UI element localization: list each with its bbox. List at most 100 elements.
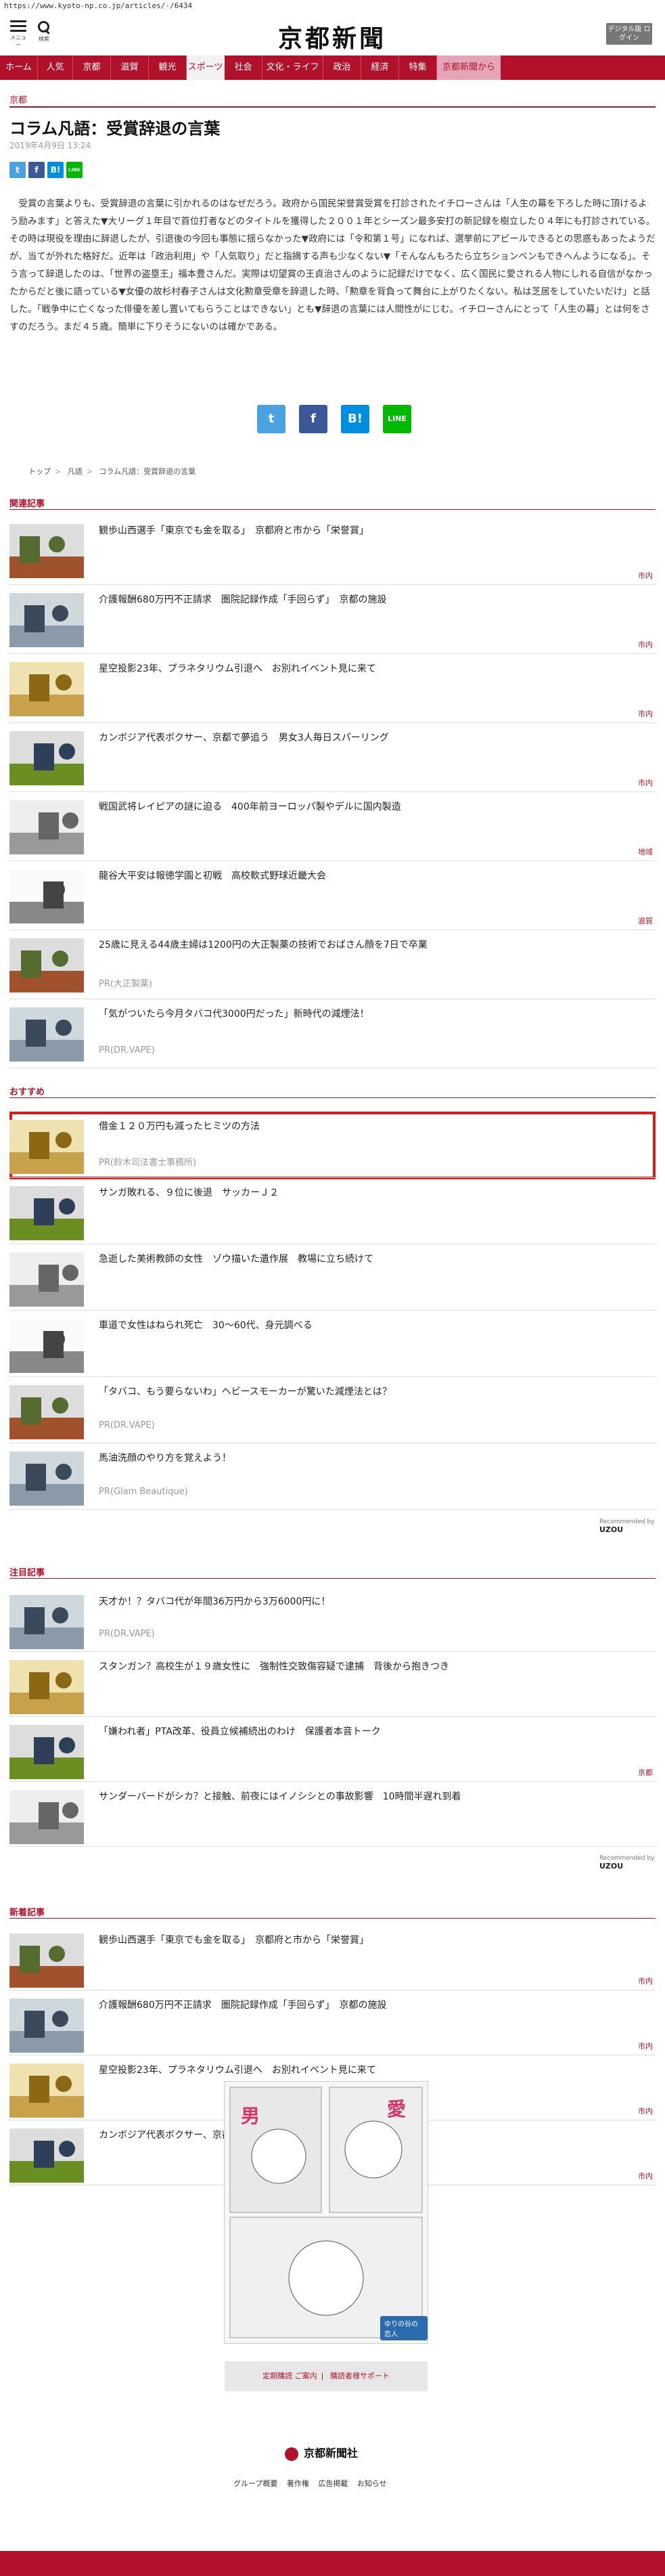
item-title[interactable]: 星空投影23年、プラネタリウム引退へ お別れイベント見に来て <box>99 662 376 676</box>
footer-link[interactable]: グループ概要 <box>233 2479 277 2488</box>
list-item[interactable]: 観歩山西選手「東京でも金を取る」 京都府と市から「栄誉賞」市内 <box>9 520 656 585</box>
thumbnail-image <box>9 2064 84 2118</box>
item-tag[interactable]: 市内 <box>638 708 653 719</box>
item-title[interactable]: 戦国武将レイピアの謎に迫る 400年前ヨーロッパ製やデルに国内製造 <box>99 800 401 814</box>
item-title[interactable]: 馬油洗顔のやり方を覚えよう！ <box>99 1451 231 1465</box>
support-link[interactable]: 購読者様サポート <box>330 2372 390 2380</box>
list-item[interactable]: 車道で女性はねられ死亡 30～60代、身元調べる <box>9 1315 656 1377</box>
item-title[interactable]: サンガ敗れる、９位に後退 サッカーＪ２ <box>99 1186 279 1200</box>
list-item[interactable]: サンガ敗れる、９位に後退 サッカーＪ２ <box>9 1182 656 1244</box>
thumbnail-image <box>9 731 84 785</box>
twitter-share-icon[interactable]: t <box>9 162 26 178</box>
list-item[interactable]: 介護報酬680万円不正請求 圏院記録作成「手回らず」 京都の施設市内 <box>9 1994 656 2055</box>
article-section[interactable]: 京都 <box>9 93 27 106</box>
item-title[interactable]: 25歳に見える44歳主婦は1200円の大正製薬の技術でおばさん顔を7日で卒業 <box>99 938 428 952</box>
line-share-icon[interactable]: LINE <box>66 162 83 178</box>
list-item[interactable]: 星空投影23年、プラネタリウム引退へ お別れイベント見に来て市内 <box>9 658 656 723</box>
item-title[interactable]: 星空投影23年、プラネタリウム引退へ お別れイベント見に来て <box>99 2064 376 2077</box>
item-title[interactable]: 観歩山西選手「東京でも金を取る」 京都府と市から「栄誉賞」 <box>99 1934 369 1947</box>
facebook-share-icon[interactable]: f <box>28 162 45 178</box>
item-tag[interactable]: 市内 <box>638 777 653 788</box>
item-title[interactable]: 介護報酬680万円不正請求 圏院記録作成「手回らず」 京都の施設 <box>99 593 386 607</box>
list-item[interactable]: カンボジア代表ボクサー、京都で夢追う 男女3人毎日スパーリング市内 <box>9 727 656 792</box>
digital-login-button[interactable]: デジタル版 ログイン <box>606 23 652 45</box>
item-title[interactable]: 急逝した美術教師の女性 ゾウ描いた遺作展 教場に立ち続けて <box>99 1252 373 1266</box>
item-tag[interactable]: 地域 <box>638 846 653 857</box>
item-title[interactable]: カンボジア代表ボクサー、京都で夢追う 男女3人毎日スパーリング <box>99 731 389 745</box>
facebook-share-icon[interactable]: f <box>299 405 327 433</box>
manga-ad-banner[interactable]: 男 愛 ゆりの谷の恋人 <box>224 2081 428 2344</box>
thumbnail-image <box>9 1934 84 1988</box>
item-tag[interactable]: 市内 <box>638 639 653 650</box>
address-bar[interactable]: https://www.kyoto-np.co.jp/articles/-/64… <box>0 0 665 12</box>
list-item[interactable]: 急逝した美術教師の女性 ゾウ描いた遺作展 教場に立ち続けて <box>9 1248 656 1311</box>
item-tag[interactable]: 市内 <box>638 2170 653 2181</box>
list-item[interactable]: 介護報酬680万円不正請求 圏院記録作成「手回らず」 京都の施設市内 <box>9 589 656 654</box>
item-title[interactable]: 「タバコ、もう要らないわ」ヘビースモーカーが驚いた減煙法とは？ <box>99 1385 392 1399</box>
breadcrumb-item[interactable]: 凡語 <box>68 467 83 476</box>
item-title[interactable]: 天才か！？タバコ代が年間36万円から3万6000円に！ <box>99 1595 330 1609</box>
featured-divider <box>9 1578 656 1579</box>
list-item[interactable]: 「気がついたら今月タバコ代3000円だった」新時代の減煙法！ PR(DR.VAPE… <box>9 1003 656 1068</box>
subscribe-link[interactable]: 定期購読 ご案内 <box>262 2372 317 2380</box>
nav-item[interactable]: スポーツ <box>187 56 225 80</box>
list-item[interactable]: 馬油洗顔のやり方を覚えよう！ PR(Glam Beautique) <box>9 1447 656 1510</box>
nav-item[interactable]: 京都新聞から <box>437 56 501 80</box>
thumbnail-image <box>9 1660 84 1714</box>
item-title[interactable]: サンダーバードがシカ？と接触、前夜にはイノシシとの事故影響 10時間半遅れ到着 <box>99 1790 461 1804</box>
site-header: メニュー 検索 京都新聞 デジタル版 ログイン <box>0 15 665 53</box>
recommended-by[interactable]: Recommended by UZOU <box>599 1519 665 1534</box>
list-item[interactable]: スタンガン？高校生が１９歳女性に 強制性交致傷容疑で逮捕 背後から抱きつき <box>9 1656 656 1717</box>
nav-item[interactable]: 観光 <box>149 56 187 80</box>
recommended-by[interactable]: Recommended by UZOU <box>599 1855 665 1871</box>
footer-link[interactable]: お知らせ <box>357 2479 387 2488</box>
site-logo[interactable]: 京都新聞 <box>265 19 400 54</box>
item-title[interactable]: 「嫌われ者」PTA改革、役員立候補続出のわけ 保護者本音トーク <box>99 1725 381 1739</box>
list-item[interactable]: サンダーバードがシカ？と接触、前夜にはイノシシとの事故影響 10時間半遅れ到着 <box>9 1786 656 1847</box>
item-title[interactable]: 介護報酬680万円不正請求 圏院記録作成「手回らず」 京都の施設 <box>99 1999 386 2012</box>
list-item[interactable]: 25歳に見える44歳主婦は1200円の大正製薬の技術でおばさん顔を7日で卒業 PR… <box>9 934 656 999</box>
nav-item[interactable]: 京都 <box>73 56 111 80</box>
list-item[interactable]: 戦国武将レイピアの謎に迫る 400年前ヨーロッパ製やデルに国内製造地域 <box>9 796 656 861</box>
footer-logo[interactable]: 京都新聞社 <box>285 2444 358 2461</box>
item-title[interactable]: 観歩山西選手「東京でも金を取る」 京都府と市から「栄誉賞」 <box>99 524 369 538</box>
item-title[interactable]: スタンガン？高校生が１９歳女性に 強制性交致傷容疑で逮捕 背後から抱きつき <box>99 1660 449 1674</box>
item-tag[interactable]: 滋賀 <box>638 915 653 926</box>
item-tag[interactable]: 市内 <box>638 2040 653 2051</box>
menu-button[interactable]: メニュー <box>8 20 28 49</box>
nav-item[interactable]: ホーム <box>0 56 38 80</box>
nav-item[interactable]: 特集 <box>399 56 437 80</box>
item-title[interactable]: 借金１２０万円も減ったヒミツの方法 <box>99 1120 260 1133</box>
thumbnail-image <box>9 1120 84 1174</box>
hatena-share-icon[interactable]: B! <box>341 405 369 433</box>
featured-heading: 注目記事 <box>9 1568 45 1578</box>
nav-item[interactable]: 滋賀 <box>111 56 149 80</box>
list-item[interactable]: 「嫌われ者」PTA改革、役員立候補続出のわけ 保護者本音トーク京都 <box>9 1721 656 1782</box>
nav-item[interactable]: 人気 <box>38 56 73 80</box>
item-tag[interactable]: 市内 <box>638 1975 653 1986</box>
list-item[interactable]: 「タバコ、もう要らないわ」ヘビースモーカーが驚いた減煙法とは？ PR(DR.VAP… <box>9 1381 656 1443</box>
nav-item[interactable]: 社会 <box>225 56 262 80</box>
line-share-icon[interactable]: LINE <box>383 405 411 433</box>
twitter-share-icon[interactable]: t <box>257 405 285 433</box>
list-item[interactable]: 天才か！？タバコ代が年間36万円から3万6000円に！ PR(DR.VAPE) <box>9 1591 656 1652</box>
breadcrumb-item[interactable]: トップ <box>28 467 51 476</box>
nav-item[interactable]: 経済 <box>361 56 399 80</box>
list-item[interactable]: 借金１２０万円も減ったヒミツの方法 PR(鈴木司法書士事務所) <box>9 1116 656 1178</box>
item-title[interactable]: 車道で女性はねられ死亡 30～60代、身元調べる <box>99 1319 313 1332</box>
svg-text:男: 男 <box>241 2105 260 2127</box>
hatena-share-icon[interactable]: B! <box>47 162 64 178</box>
item-tag[interactable]: 市内 <box>638 2105 653 2116</box>
list-item[interactable]: 観歩山西選手「東京でも金を取る」 京都府と市から「栄誉賞」市内 <box>9 1929 656 1990</box>
item-tag[interactable]: 京都 <box>638 1767 653 1778</box>
nav-item[interactable]: 政治 <box>323 56 361 80</box>
nav-item[interactable]: 文化・ライフ <box>262 56 323 80</box>
item-title[interactable]: 「気がついたら今月タバコ代3000円だった」新時代の減煙法！ <box>99 1007 369 1021</box>
footer-link[interactable]: 広告掲載 <box>318 2479 348 2488</box>
search-button[interactable]: 検索 <box>34 20 54 43</box>
main-nav: ホーム 人気 京都 滋賀 観光 スポーツ 社会 文化・ライフ 政治 経済 特集 京都新聞から <box>0 56 665 80</box>
list-item[interactable]: 龍谷大平安は報徳学園と初戦 高校軟式野球近畿大会滋賀 <box>9 865 656 930</box>
item-title[interactable]: 龍谷大平安は報徳学園と初戦 高校軟式野球近畿大会 <box>99 869 326 883</box>
item-tag[interactable]: 市内 <box>638 570 653 581</box>
footer-link[interactable]: 著作権 <box>287 2479 309 2488</box>
